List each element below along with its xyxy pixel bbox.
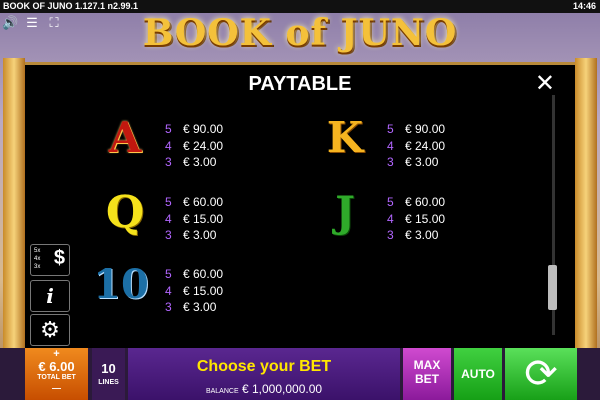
- symbol-k-icon: K: [326, 113, 364, 162]
- close-icon[interactable]: ✕: [535, 69, 555, 98]
- paytable-title: PAYTABLE: [248, 73, 352, 95]
- pay-count: 5: [165, 195, 172, 209]
- message-text: Choose your BET: [196, 358, 332, 375]
- pay-count: 5: [387, 122, 394, 136]
- multiplier-label: 4x: [34, 256, 41, 262]
- pay-value: € 15.00: [183, 211, 224, 226]
- pay-value: € 3.00: [183, 228, 217, 242]
- version-text: BOOK OF JUNO 1.127.1 n2.99.1: [3, 1, 139, 11]
- paytable-button[interactable]: 5x 4x 3x $: [30, 244, 70, 276]
- pay-count: 3: [165, 300, 172, 314]
- pay-count: 3: [387, 155, 394, 169]
- spin-icon: ⟳: [524, 351, 558, 397]
- multiplier-label: 3x: [34, 264, 41, 270]
- pay-count: 5: [165, 122, 172, 136]
- symbol-q-icon: Q: [105, 187, 145, 238]
- pay-count: 5: [165, 267, 172, 281]
- balance-display: BALANCE € 1,000,000.00: [128, 382, 400, 396]
- pay-value: € 60.00: [405, 195, 446, 209]
- lines-value: 10: [101, 361, 116, 376]
- max-bet-label: MAX BET: [413, 358, 441, 386]
- pay-count: 3: [165, 228, 172, 242]
- pay-multipliers: 5x 4x 3x: [34, 247, 40, 271]
- pay-value: € 24.00: [183, 138, 224, 153]
- pay-value: € 90.00: [183, 122, 224, 136]
- gear-icon: ⚙: [40, 317, 60, 342]
- pay-value: € 15.00: [405, 211, 446, 226]
- settings-button[interactable]: ⚙: [30, 314, 70, 346]
- dollar-icon: $: [53, 247, 65, 269]
- spin-button[interactable]: ⟳: [505, 348, 577, 400]
- pay-value: € 3.00: [405, 228, 439, 242]
- auto-label: AUTO: [461, 367, 495, 381]
- pay-count: 3: [165, 155, 172, 169]
- game-logo: BOOK of JUNO: [140, 8, 460, 58]
- pay-value: € 24.00: [405, 138, 446, 153]
- total-bet-label: TOTAL BET: [37, 374, 76, 381]
- symbol-a-icon: A: [108, 113, 142, 162]
- pay-count: 4: [165, 138, 172, 153]
- settings-sliders-icon[interactable]: ☰: [24, 15, 40, 30]
- paytable-panel: PAYTABLE ✕ A 5 € 90.00 4 € 24.00 3 € 3.00 K…: [25, 62, 575, 349]
- pay-value: € 60.00: [183, 267, 224, 281]
- balance-label: BALANCE: [205, 388, 239, 395]
- sound-icon[interactable]: 🔊: [2, 15, 18, 30]
- total-bet-value: € 6.00: [38, 359, 75, 374]
- total-bet-control: + € 6.00 TOTAL BET —: [25, 348, 88, 400]
- lines-display: 10 LINES: [92, 348, 125, 400]
- pay-value: € 15.00: [183, 283, 224, 298]
- minus-icon[interactable]: —: [25, 383, 88, 393]
- pay-count: 4: [165, 211, 172, 226]
- symbol-10-icon: 10: [93, 261, 149, 308]
- info-icon: i: [46, 284, 54, 308]
- right-pillar: [575, 58, 597, 348]
- balance-value: € 1,000,000.00: [241, 382, 323, 396]
- max-bet-button[interactable]: MAX BET: [403, 348, 451, 400]
- lines-label: LINES: [98, 379, 119, 386]
- fullscreen-icon[interactable]: ⛶: [46, 15, 62, 30]
- symbol-j-icon: J: [335, 187, 355, 236]
- pay-value: € 3.00: [405, 155, 439, 169]
- pay-count: 3: [387, 228, 394, 242]
- auto-button[interactable]: AUTO: [454, 348, 502, 400]
- symbol-j-pays: 5 € 60.00 4 € 15.00 3 € 3.00: [387, 194, 445, 244]
- pay-value: € 3.00: [183, 300, 217, 314]
- pay-count: 4: [165, 283, 172, 298]
- multiplier-label: 5x: [34, 248, 41, 254]
- left-pillar: [3, 58, 25, 348]
- symbol-10-pays: 5 € 60.00 4 € 15.00 3 € 3.00: [165, 266, 223, 316]
- pay-count: 4: [387, 211, 394, 226]
- window-controls: 🔊 ☰ ⛶: [2, 15, 62, 30]
- pay-count: 5: [387, 195, 394, 209]
- symbol-a-pays: 5 € 90.00 4 € 24.00 3 € 3.00: [165, 121, 223, 171]
- pay-value: € 3.00: [183, 155, 217, 169]
- symbol-q-pays: 5 € 60.00 4 € 15.00 3 € 3.00: [165, 194, 223, 244]
- logo-text: BOOK of JUNO: [142, 12, 458, 54]
- pay-value: € 90.00: [405, 122, 446, 136]
- message-panel: Choose your BET BALANCE € 1,000,000.00: [128, 348, 400, 400]
- clock-text: 14:46: [572, 1, 596, 11]
- symbol-k-pays: 5 € 90.00 4 € 24.00 3 € 3.00: [387, 121, 445, 171]
- scrollbar-thumb[interactable]: [548, 265, 557, 310]
- pay-count: 4: [387, 138, 394, 153]
- pay-value: € 60.00: [183, 195, 224, 209]
- info-button[interactable]: i: [30, 280, 70, 312]
